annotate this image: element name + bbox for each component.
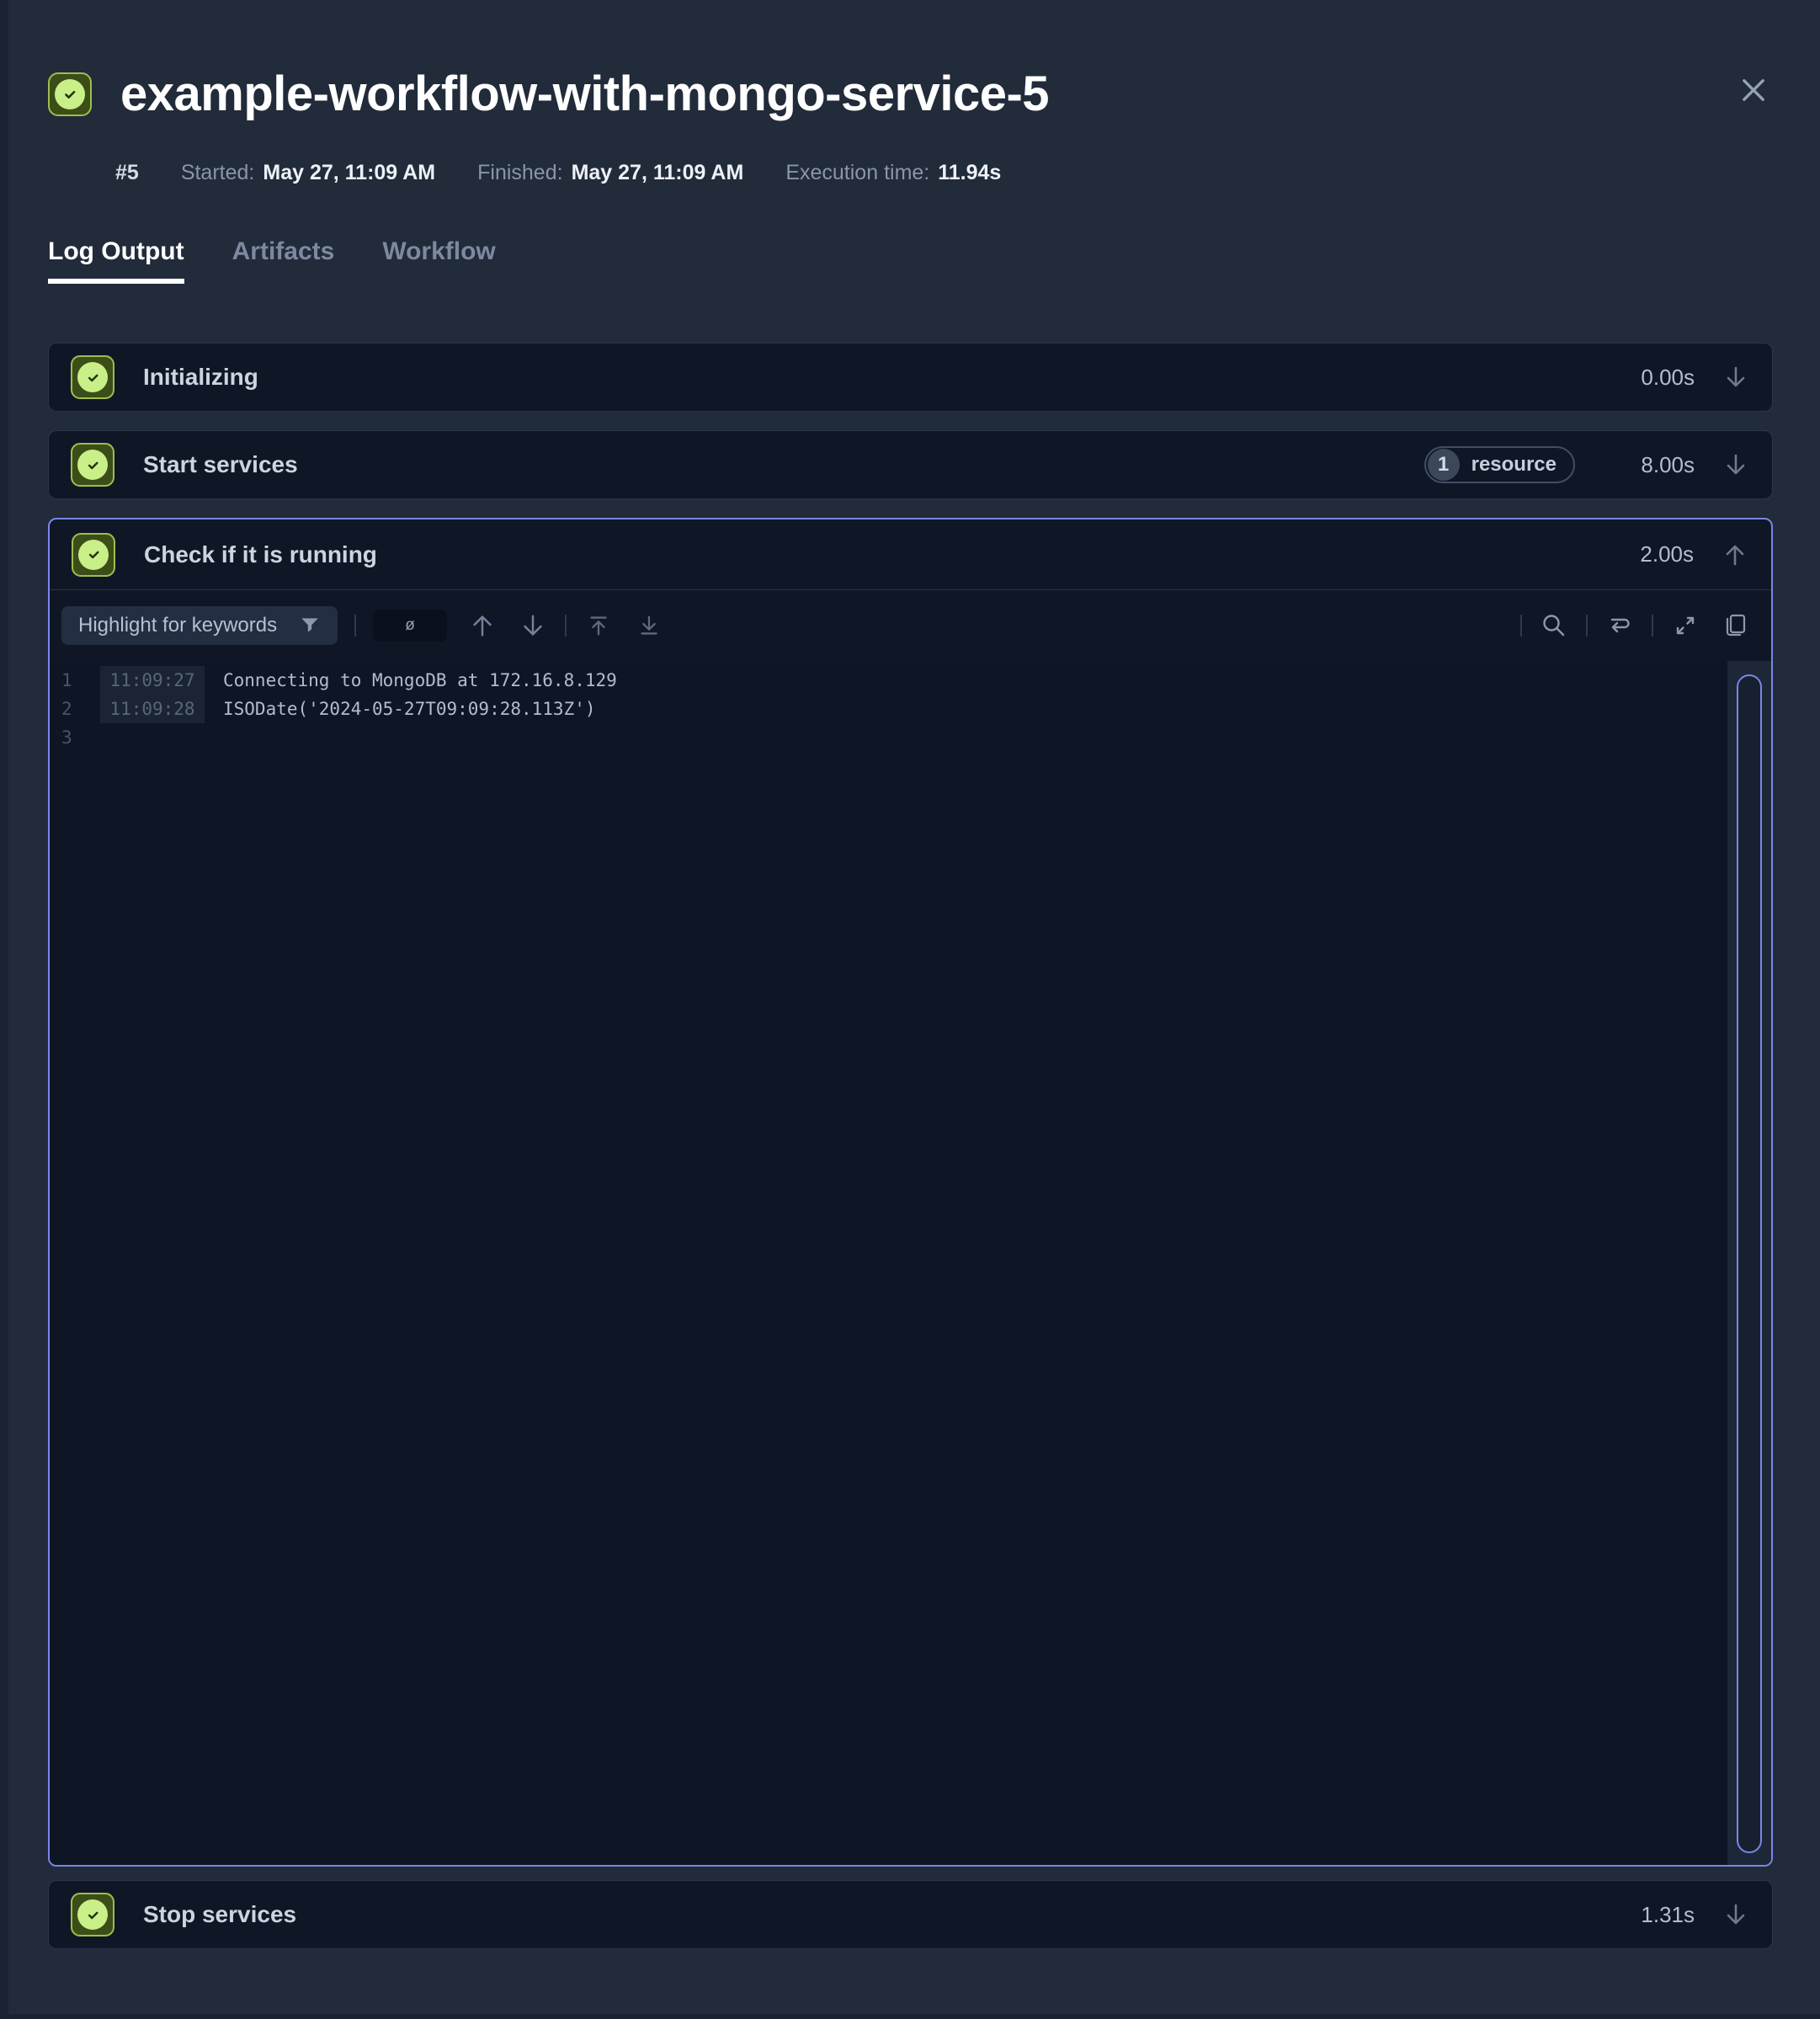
success-check-icon <box>48 72 92 116</box>
finished-group: Finished: May 27, 11:09 AM <box>477 161 743 185</box>
check-circle-icon <box>55 79 85 109</box>
scroll-to-bottom-button[interactable] <box>634 610 664 641</box>
line-timestamp: 11:09:28 <box>100 695 205 723</box>
match-counter: ø <box>373 610 447 642</box>
step-duration: 2.00s <box>1610 541 1694 567</box>
step-name: Initializing <box>143 364 258 391</box>
started-value: May 27, 11:09 AM <box>263 161 435 185</box>
toolbar-divider <box>354 615 356 637</box>
wrap-lines-button[interactable] <box>1604 610 1635 641</box>
execution-time-group: Execution time: 11.94s <box>785 161 1001 185</box>
step-panel-check-running: Check if it is running 2.00s Highlight f… <box>48 518 1773 1867</box>
tab-log-output[interactable]: Log Output <box>48 237 184 284</box>
success-check-icon <box>71 1893 114 1936</box>
toolbar-divider <box>1586 615 1588 637</box>
chevron-down-icon[interactable] <box>1722 450 1750 479</box>
chevron-down-icon[interactable] <box>1722 1900 1750 1929</box>
started-group: Started: May 27, 11:09 AM <box>181 161 435 185</box>
modal-header: example-workflow-with-mongo-service-5 <box>48 0 1773 122</box>
log-line: 3 <box>50 723 1771 752</box>
line-number: 2 <box>61 699 82 719</box>
chevron-down-icon[interactable] <box>1722 363 1750 392</box>
log-toolbar: Highlight for keywords ø <box>50 590 1771 661</box>
arrow-up-icon <box>468 611 497 640</box>
tab-artifacts[interactable]: Artifacts <box>232 237 335 284</box>
line-number: 3 <box>61 727 82 748</box>
execution-time-label: Execution time: <box>785 161 929 185</box>
page-title: example-workflow-with-mongo-service-5 <box>120 66 1049 122</box>
log-output: 1 11:09:27 Connecting to MongoDB at 172.… <box>50 661 1771 1865</box>
next-match-button[interactable] <box>518 610 548 641</box>
step-name: Check if it is running <box>144 541 377 568</box>
step-duration: 0.00s <box>1610 365 1695 391</box>
finished-label: Finished: <box>477 161 562 185</box>
step-row-check-running[interactable]: Check if it is running 2.00s <box>50 519 1771 590</box>
previous-match-button[interactable] <box>467 610 498 641</box>
toolbar-divider <box>1652 615 1653 637</box>
started-label: Started: <box>181 161 255 185</box>
search-icon <box>1540 611 1568 640</box>
chevron-up-icon[interactable] <box>1721 541 1749 569</box>
arrow-down-icon <box>519 611 547 640</box>
line-timestamp: 11:09:27 <box>100 666 205 695</box>
highlight-keywords-label: Highlight for keywords <box>78 614 277 637</box>
close-icon <box>1738 74 1769 106</box>
expand-icon <box>1671 611 1700 640</box>
toolbar-divider <box>565 615 567 637</box>
success-check-icon <box>71 355 114 399</box>
run-number: #5 <box>115 161 139 185</box>
success-check-icon <box>71 443 114 487</box>
step-duration: 1.31s <box>1610 1902 1695 1928</box>
execution-time-value: 11.94s <box>938 161 1001 185</box>
filter-funnel-icon <box>299 615 321 637</box>
highlight-keywords-button[interactable]: Highlight for keywords <box>61 606 338 645</box>
finished-value: May 27, 11:09 AM <box>572 161 744 185</box>
scroll-to-top-icon <box>584 611 613 640</box>
job-detail-modal: example-workflow-with-mongo-service-5 #5… <box>8 0 1820 2014</box>
step-name: Start services <box>143 451 298 478</box>
close-button[interactable] <box>1734 71 1773 109</box>
scroll-to-top-button[interactable] <box>583 610 614 641</box>
log-line: 1 11:09:27 Connecting to MongoDB at 172.… <box>50 666 1771 695</box>
line-timestamp <box>100 723 205 752</box>
page: { "window": { "title": "example-workflow… <box>0 0 1820 2019</box>
resource-count: 1 <box>1428 449 1460 481</box>
search-log-button[interactable] <box>1539 610 1569 641</box>
line-text: ISODate('2024-05-27T09:09:28.113Z') <box>223 699 596 719</box>
expand-log-button[interactable] <box>1670 610 1700 641</box>
step-list: Initializing 0.00s Start services 1 reso… <box>48 343 1773 1949</box>
line-text: Connecting to MongoDB at 172.16.8.129 <box>223 670 617 690</box>
run-meta: #5 Started: May 27, 11:09 AM Finished: M… <box>48 161 1773 185</box>
line-number: 1 <box>61 670 82 690</box>
step-name: Stop services <box>143 1901 296 1928</box>
step-duration: 8.00s <box>1610 452 1695 478</box>
wrap-lines-icon <box>1605 611 1634 640</box>
copy-log-button[interactable] <box>1721 610 1751 641</box>
log-line: 2 11:09:28 ISODate('2024-05-27T09:09:28.… <box>50 695 1771 723</box>
copy-icon <box>1722 611 1750 640</box>
resource-label: resource <box>1471 453 1557 477</box>
success-check-icon <box>72 533 115 577</box>
tab-workflow[interactable]: Workflow <box>382 237 495 284</box>
step-row-initializing[interactable]: Initializing 0.00s <box>48 343 1773 412</box>
log-scrollbar[interactable] <box>1737 674 1762 1853</box>
step-row-start-services[interactable]: Start services 1 resource 8.00s <box>48 430 1773 499</box>
scroll-to-bottom-icon <box>635 611 663 640</box>
step-row-stop-services[interactable]: Stop services 1.31s <box>48 1880 1773 1949</box>
toolbar-divider <box>1520 615 1522 637</box>
resource-badge: 1 resource <box>1424 446 1575 483</box>
tab-bar: Log Output Artifacts Workflow <box>48 237 1773 284</box>
